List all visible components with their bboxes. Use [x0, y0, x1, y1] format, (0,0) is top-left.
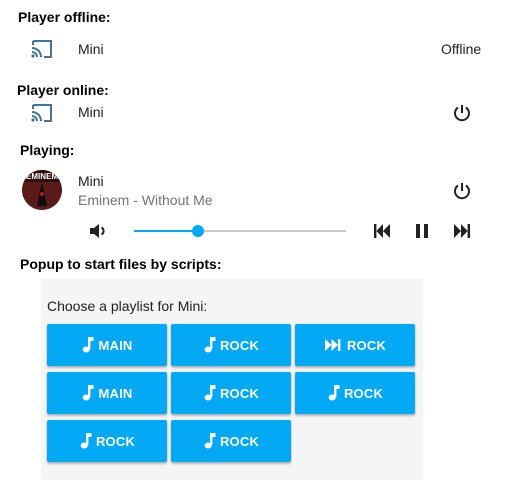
- music-note-icon: [81, 384, 95, 402]
- music-note-icon: [203, 384, 217, 402]
- playlist-button-main[interactable]: MAIN: [47, 324, 167, 366]
- playlist-button-rock[interactable]: ROCK: [295, 324, 415, 366]
- volume-icon[interactable]: [88, 221, 108, 241]
- music-note-icon: [81, 336, 95, 354]
- media-title: Eminem - Without Me: [78, 192, 213, 208]
- playlist-button-rock[interactable]: ROCK: [171, 324, 291, 366]
- playlist-button-label: ROCK: [346, 337, 387, 353]
- music-note-icon: [203, 336, 217, 354]
- pause-icon[interactable]: [413, 222, 431, 240]
- playlist-button-rock[interactable]: ROCK: [171, 372, 291, 414]
- playlist-button-label: ROCK: [219, 337, 260, 353]
- player-name-playing: Mini: [78, 173, 104, 189]
- playlist-button-label: ROCK: [219, 433, 260, 449]
- volume-fill: [134, 230, 198, 232]
- cast-icon: [30, 39, 54, 59]
- power-icon[interactable]: [452, 103, 472, 123]
- power-icon[interactable]: [452, 181, 472, 201]
- section-title-online: Player online:: [17, 82, 109, 98]
- player-name-offline: Mini: [78, 41, 104, 57]
- playlist-button-label: ROCK: [95, 433, 136, 449]
- music-note-icon: [327, 384, 341, 402]
- next-icon[interactable]: [452, 222, 472, 240]
- album-art: EMINEM: [22, 170, 62, 210]
- playlist-button-rock[interactable]: ROCK: [295, 372, 415, 414]
- player-name-online: Mini: [78, 104, 104, 120]
- playlist-button-label: ROCK: [219, 385, 260, 401]
- playlist-button-label: MAIN: [98, 385, 133, 401]
- volume-slider[interactable]: [134, 225, 346, 237]
- volume-thumb[interactable]: [192, 225, 204, 237]
- music-note-icon: [79, 432, 93, 450]
- section-title-playing: Playing:: [20, 142, 75, 158]
- playlist-button-main[interactable]: MAIN: [47, 372, 167, 414]
- playlist-button-label: MAIN: [98, 337, 133, 353]
- section-title-popup: Popup to start files by scripts:: [20, 256, 222, 272]
- cast-icon: [30, 103, 54, 123]
- popup-label: Choose a playlist for Mini:: [47, 298, 208, 314]
- playlist-button-rock[interactable]: ROCK: [171, 420, 291, 462]
- section-title-offline: Player offline:: [18, 9, 111, 25]
- skip-next-icon: [324, 337, 344, 353]
- playlist-button-rock[interactable]: ROCK: [47, 420, 167, 462]
- playlist-popup: Choose a playlist for Mini: MAIN ROCK RO…: [41, 279, 423, 480]
- playlist-button-label: ROCK: [343, 385, 384, 401]
- previous-icon[interactable]: [372, 222, 392, 240]
- album-art-text: EMINEM: [26, 172, 58, 181]
- music-note-icon: [203, 432, 217, 450]
- player-state-offline: Offline: [441, 41, 482, 57]
